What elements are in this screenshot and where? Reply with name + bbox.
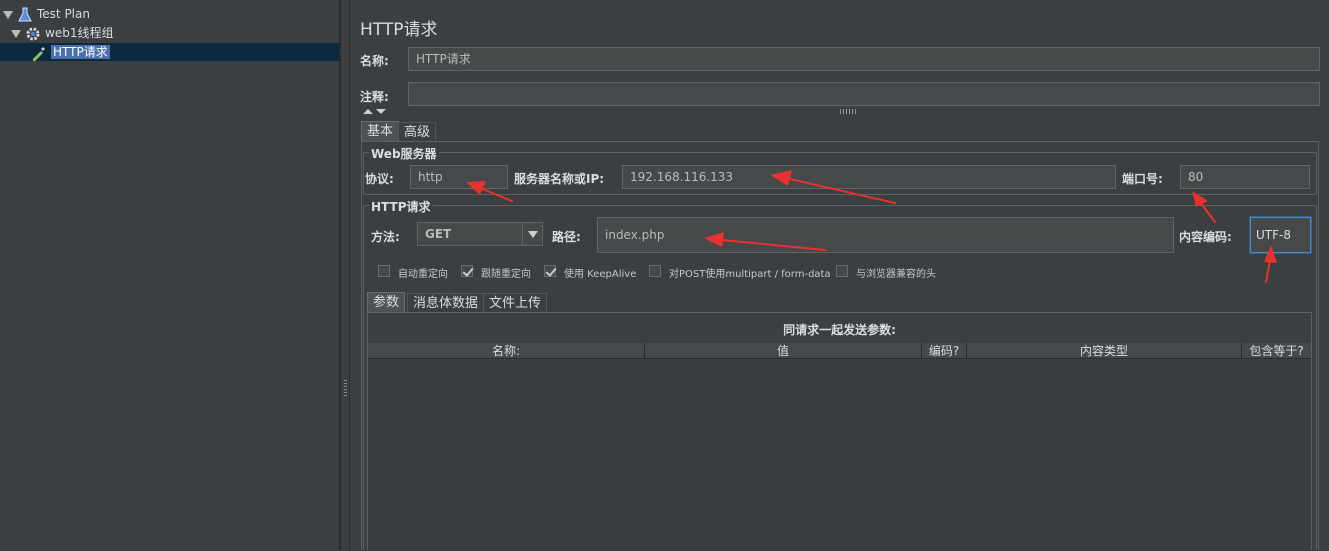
collapse-toggle-icon[interactable] (362, 107, 388, 115)
server-label: 服务器名称或IP: (514, 172, 605, 186)
tab-advanced[interactable]: 高级 (398, 122, 437, 142)
path-label: 路径: (552, 230, 581, 244)
chevron-down-icon[interactable] (522, 223, 542, 245)
tree-item-label: Test Plan (37, 7, 90, 21)
http-request-group-title: HTTP请求 (369, 198, 433, 215)
name-label: 名称: (360, 54, 389, 68)
multipart-label: 对POST使用multipart / form-data (669, 269, 831, 280)
gear-icon (26, 27, 40, 40)
parameters-panel: 同请求一起发送参数: 名称: 值 编码? 内容类型 包含等于? (367, 312, 1312, 551)
column-header-include-equals[interactable]: 包含等于? (1242, 343, 1311, 359)
page-title: HTTP请求 (360, 20, 438, 40)
method-label: 方法: (371, 230, 400, 244)
port-input[interactable]: 80 (1180, 165, 1310, 189)
tab-basic[interactable]: 基本 (361, 121, 400, 141)
encoding-input[interactable]: UTF-8 (1250, 217, 1311, 253)
tab-parameters[interactable]: 参数 (367, 292, 406, 312)
comment-input[interactable] (408, 82, 1320, 106)
auto-redirect-label: 自动重定向 (398, 269, 448, 280)
server-input[interactable]: 192.168.116.133 (622, 165, 1116, 189)
column-header-name[interactable]: 名称: (368, 343, 645, 359)
encoding-label: 内容编码: (1179, 230, 1232, 244)
follow-redirects-checkbox[interactable] (461, 265, 473, 277)
browser-headers-checkbox[interactable] (836, 265, 848, 277)
method-value: GET (425, 227, 452, 241)
divider-grip-icon[interactable] (840, 109, 858, 114)
multipart-checkbox[interactable] (649, 265, 661, 277)
splitter-grip-icon[interactable] (344, 380, 347, 396)
pipette-icon (33, 46, 45, 61)
pane-splitter[interactable] (340, 0, 350, 550)
collapse-arrow-icon[interactable] (11, 29, 21, 38)
comment-label: 注释: (360, 90, 389, 104)
tree-item-test-plan[interactable]: Test Plan (3, 5, 90, 23)
web-server-group-title: Web服务器 (369, 145, 439, 162)
keepalive-label: 使用 KeepAlive (564, 269, 637, 280)
http-request-panel: HTTP请求 名称: HTTP请求 注释: 基本 高级 Web服务器 协议: h… (350, 0, 1329, 551)
collapse-arrow-icon[interactable] (3, 10, 13, 19)
tab-file-upload[interactable]: 文件上传 (483, 293, 548, 313)
tree-item-label: HTTP请求 (51, 45, 110, 59)
flask-icon (18, 7, 32, 21)
browser-headers-label: 与浏览器兼容的头 (856, 269, 936, 280)
parameters-table-body[interactable] (368, 360, 1311, 551)
keepalive-checkbox[interactable] (544, 265, 556, 277)
port-label: 端口号: (1122, 172, 1163, 186)
column-header-value[interactable]: 值 (645, 343, 922, 359)
tree-item-http-request[interactable]: HTTP请求 (0, 43, 339, 61)
follow-auto-redirect-checkbox[interactable] (378, 265, 390, 277)
follow-redirects-label: 跟随重定向 (481, 269, 531, 280)
column-header-encode[interactable]: 编码? (922, 343, 967, 359)
tree-item-thread-group[interactable]: web1线程组 (11, 24, 113, 42)
parameters-caption: 同请求一起发送参数: (783, 323, 896, 337)
tab-body-data[interactable]: 消息体数据 (407, 293, 485, 313)
protocol-label: 协议: (365, 172, 394, 186)
path-input[interactable]: index.php (597, 217, 1174, 253)
test-plan-tree: Test Plan web1线程组 HTTP请求 (0, 0, 340, 550)
method-select[interactable]: GET (417, 222, 543, 246)
name-input[interactable]: HTTP请求 (408, 47, 1320, 71)
protocol-input[interactable]: http (410, 165, 508, 189)
tree-item-label: web1线程组 (45, 26, 114, 40)
parameters-table-header: 名称: 值 编码? 内容类型 包含等于? (368, 343, 1311, 359)
column-header-content-type[interactable]: 内容类型 (967, 343, 1242, 359)
